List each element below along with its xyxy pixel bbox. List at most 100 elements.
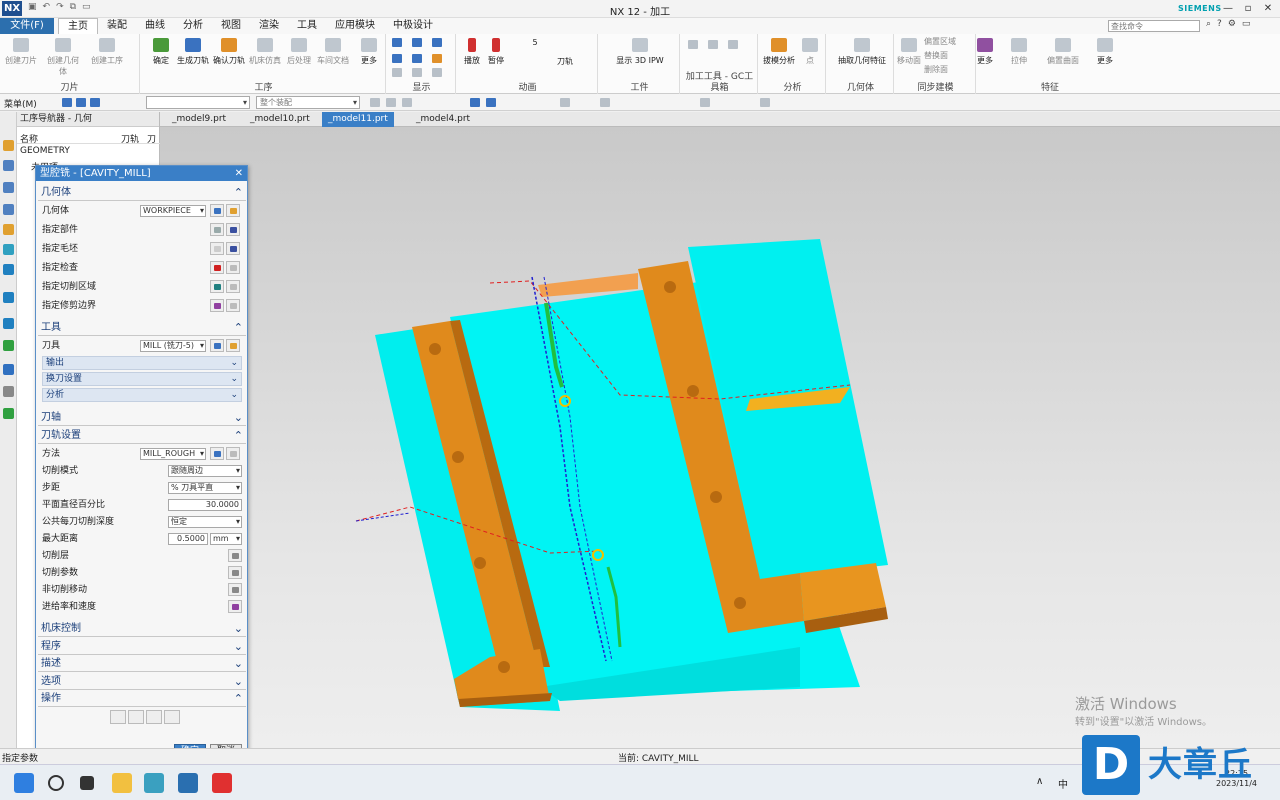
method-edit-icon[interactable]: [226, 447, 240, 460]
non-cut-moves-icon[interactable]: [228, 583, 242, 596]
extrude-button[interactable]: 拉伸: [1002, 38, 1036, 66]
check-flashlight-icon[interactable]: [226, 261, 240, 274]
input-method-icon[interactable]: 中: [1058, 776, 1068, 791]
redo-icon[interactable]: ↷: [56, 2, 64, 16]
system-icon[interactable]: [3, 386, 14, 397]
display-tool-icon[interactable]: [412, 38, 422, 47]
display-toolpath-icon[interactable]: [392, 38, 402, 47]
geometry-dropdown[interactable]: WORKPIECE: [140, 205, 206, 217]
cut-levels-icon[interactable]: [228, 549, 242, 562]
subsection-tool-change[interactable]: 换刀设置 ⌄: [42, 372, 242, 386]
offset-region-button[interactable]: 偏置区域: [924, 36, 974, 47]
tab-model10[interactable]: _model10.prt: [244, 112, 316, 127]
extract-geometry-button[interactable]: 抽取几何特征: [834, 38, 890, 66]
geometry-icon[interactable]: [3, 224, 14, 235]
check-icon[interactable]: [210, 261, 224, 274]
draft-analysis-button[interactable]: 拔模分析: [762, 38, 796, 66]
minimize-button[interactable]: —: [1218, 0, 1238, 18]
more-operations-button[interactable]: 更多: [352, 38, 386, 66]
method-new-icon[interactable]: [210, 447, 224, 460]
verify-toolpath-button[interactable]: 确认刀轨: [212, 38, 246, 66]
tab-model4[interactable]: _model4.prt: [410, 112, 476, 127]
menu-button[interactable]: 菜单(M): [4, 97, 37, 110]
play-button[interactable]: 播放: [460, 38, 484, 66]
create-geometry-button[interactable]: 创建几何体: [46, 38, 80, 77]
display-path-icon[interactable]: [432, 38, 442, 47]
deselect-icon[interactable]: [76, 98, 86, 107]
trim-flashlight-icon[interactable]: [226, 299, 240, 312]
subsection-analysis[interactable]: 分析 ⌄: [42, 388, 242, 402]
list-icon[interactable]: [164, 710, 180, 724]
animation-mode-dropdown[interactable]: 刀轨: [550, 56, 580, 67]
geometry-edit-icon[interactable]: [226, 204, 240, 217]
wps-icon[interactable]: [212, 773, 232, 793]
tool-dropdown[interactable]: MILL (铣刀-5): [140, 340, 206, 352]
window-icon[interactable]: ▭: [1242, 19, 1251, 29]
section-path-settings[interactable]: 刀轨设置 ⌃: [38, 427, 246, 444]
section-options[interactable]: 选项 ⌄: [38, 673, 246, 690]
tab-render[interactable]: 渲染: [250, 18, 288, 34]
flat-diameter-input[interactable]: 30.0000: [168, 499, 242, 511]
tab-view[interactable]: 视图: [212, 18, 250, 34]
create-operation-button[interactable]: 创建工序: [90, 38, 124, 66]
section-geometry[interactable]: 几何体 ⌃: [38, 184, 246, 201]
pause-button[interactable]: 暂停: [484, 38, 508, 66]
browser-icon[interactable]: [144, 773, 164, 793]
section-tool[interactable]: 工具 ⌃: [38, 319, 246, 336]
geometry-new-icon[interactable]: [210, 204, 224, 217]
scope-filter-dropdown[interactable]: 整个装配: [256, 96, 360, 109]
help-icon[interactable]: ?: [1217, 19, 1222, 29]
subsection-output[interactable]: 输出 ⌄: [42, 356, 242, 370]
part-icon[interactable]: [210, 223, 224, 236]
common-depth-dropdown[interactable]: 恒定: [168, 516, 242, 528]
maximize-button[interactable]: ▫: [1238, 0, 1258, 18]
type-filter-dropdown[interactable]: [146, 96, 250, 109]
select-icon[interactable]: [62, 98, 72, 107]
blank-flashlight-icon[interactable]: [226, 242, 240, 255]
close-button[interactable]: ✕: [1258, 0, 1278, 18]
display-list-icon[interactable]: [392, 68, 402, 77]
blank-icon[interactable]: [210, 242, 224, 255]
machine-icon[interactable]: [3, 182, 14, 193]
hd3d-icon[interactable]: [3, 408, 14, 419]
file-menu[interactable]: 文件(F): [0, 18, 54, 34]
stepover-dropdown[interactable]: % 刀具平直: [168, 482, 242, 494]
operation-icon[interactable]: [3, 160, 14, 171]
cut-mode-dropdown[interactable]: 跟随周边: [168, 465, 242, 477]
nx-taskbar-icon[interactable]: [178, 773, 198, 793]
navigator-row-geometry[interactable]: GEOMETRY: [20, 146, 70, 156]
role-icon[interactable]: [3, 340, 14, 351]
feeds-speeds-icon[interactable]: [228, 600, 242, 613]
machine-simulation-button[interactable]: 机床仿真: [248, 38, 282, 66]
show-3d-ipw-button[interactable]: 显示 3D IPW: [604, 38, 676, 66]
more-features-button[interactable]: 更多: [1092, 38, 1118, 66]
web-icon[interactable]: [3, 264, 14, 275]
generate-toolpath-button[interactable]: 生成刀轨: [176, 38, 210, 66]
tab-model9[interactable]: _model9.prt: [166, 112, 232, 127]
clock-icon[interactable]: [3, 318, 14, 329]
save-icon[interactable]: ▣: [28, 2, 37, 16]
settings-icon[interactable]: ⚙: [1228, 19, 1236, 29]
history-icon[interactable]: [3, 244, 14, 255]
copy-icon[interactable]: ⧉: [70, 2, 76, 16]
tool-edit-icon[interactable]: [226, 339, 240, 352]
display-cross-icon[interactable]: [432, 68, 442, 77]
display-part-icon[interactable]: [412, 54, 422, 63]
display-circle-icon[interactable]: [412, 68, 422, 77]
palette-icon[interactable]: [3, 292, 14, 303]
window-switch-icon[interactable]: ▭: [82, 2, 91, 16]
method-icon[interactable]: [3, 204, 14, 215]
section-description[interactable]: 描述 ⌄: [38, 655, 246, 672]
tool-new-icon[interactable]: [210, 339, 224, 352]
tab-design[interactable]: 中极设计: [384, 18, 442, 34]
snap-icon[interactable]: [90, 98, 100, 107]
max-distance-input[interactable]: 0.5000: [168, 533, 208, 545]
cad-model[interactable]: [160, 127, 1280, 748]
cut-params-icon[interactable]: [228, 566, 242, 579]
tab-applications[interactable]: 应用模块: [326, 18, 384, 34]
tab-analysis[interactable]: 分析: [174, 18, 212, 34]
task-view-icon[interactable]: [80, 776, 94, 790]
graphics-viewport[interactable]: 激活 Windows 转到"设置"以激活 Windows。: [160, 127, 1280, 748]
section-actions[interactable]: 操作 ⌃: [38, 690, 246, 707]
dialog-close-icon[interactable]: ✕: [235, 166, 243, 181]
